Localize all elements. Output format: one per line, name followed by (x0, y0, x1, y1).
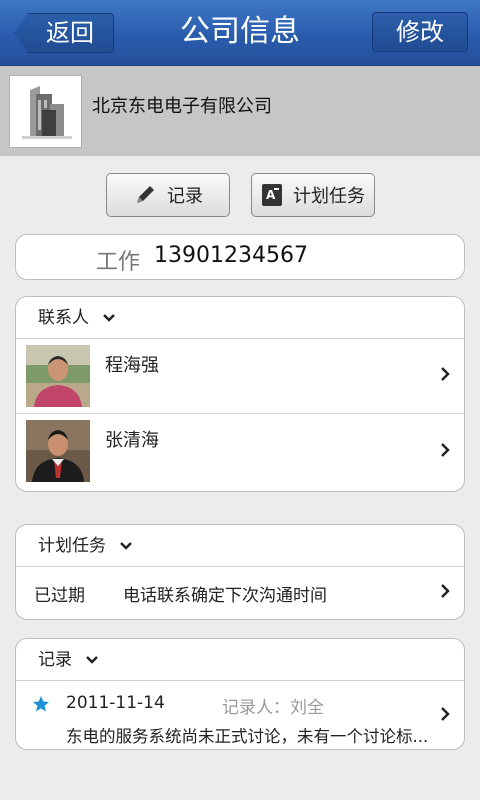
chevron-down-icon (119, 525, 133, 567)
plan-task-button-label: 计划任务 (293, 186, 365, 207)
chevron-right-icon (440, 583, 450, 603)
phone-row[interactable]: 工作 13901234567 (15, 234, 465, 280)
contacts-title: 联系人 (38, 308, 89, 328)
company-name: 北京东电电子有限公司 (92, 96, 272, 117)
company-header: 北京东电电子有限公司 (0, 66, 480, 156)
plan-task-button[interactable]: A 计划任务 (251, 173, 375, 217)
records-header[interactable]: 记录 (16, 639, 464, 681)
record-content: 东电的服务系统尚未正式讨论，未有一个讨论标... (66, 727, 429, 746)
chevron-right-icon (440, 366, 450, 386)
svg-text:A: A (266, 188, 276, 202)
contact-name: 程海强 (105, 355, 159, 376)
avatar (26, 345, 90, 407)
task-description: 电话联系确定下次沟通时间 (123, 586, 327, 606)
building-icon (9, 75, 82, 148)
task-item[interactable]: 已过期 电话联系确定下次沟通时间 (16, 567, 464, 619)
contacts-header[interactable]: 联系人 (16, 297, 464, 339)
star-icon (32, 695, 50, 717)
chevron-right-icon (440, 706, 450, 726)
edit-button[interactable]: 修改 (372, 12, 468, 52)
phone-number: 13901234567 (154, 243, 308, 268)
record-button[interactable]: 记录 (106, 173, 230, 217)
contacts-section: 联系人 程海强 张清海 (15, 296, 465, 492)
tasks-header[interactable]: 计划任务 (16, 525, 464, 567)
contact-item[interactable]: 张清海 (16, 414, 464, 489)
contact-name: 张清海 (105, 430, 159, 451)
avatar (26, 420, 90, 482)
records-section: 记录 2011-11-14 记录人：刘全 东电的服务系统尚未正式讨论，未有一个讨… (15, 638, 465, 750)
chevron-right-icon (440, 442, 450, 462)
record-button-label: 记录 (167, 186, 203, 207)
records-title: 记录 (38, 650, 72, 670)
record-item[interactable]: 2011-11-14 记录人：刘全 东电的服务系统尚未正式讨论，未有一个讨论标.… (16, 681, 464, 749)
phone-label: 工作 (96, 250, 141, 275)
tasks-section: 计划任务 已过期 电话联系确定下次沟通时间 (15, 524, 465, 620)
chevron-down-icon (85, 639, 99, 681)
chevron-down-icon (102, 297, 116, 339)
title-bar: 返回 公司信息 修改 (0, 0, 480, 66)
record-date: 2011-11-14 (66, 693, 165, 713)
record-author: 记录人：刘全 (222, 698, 324, 718)
contact-item[interactable]: 程海强 (16, 339, 464, 414)
task-status: 已过期 (34, 586, 85, 606)
pencil-icon (133, 183, 157, 207)
task-icon: A (261, 183, 283, 207)
tasks-title: 计划任务 (38, 536, 106, 556)
